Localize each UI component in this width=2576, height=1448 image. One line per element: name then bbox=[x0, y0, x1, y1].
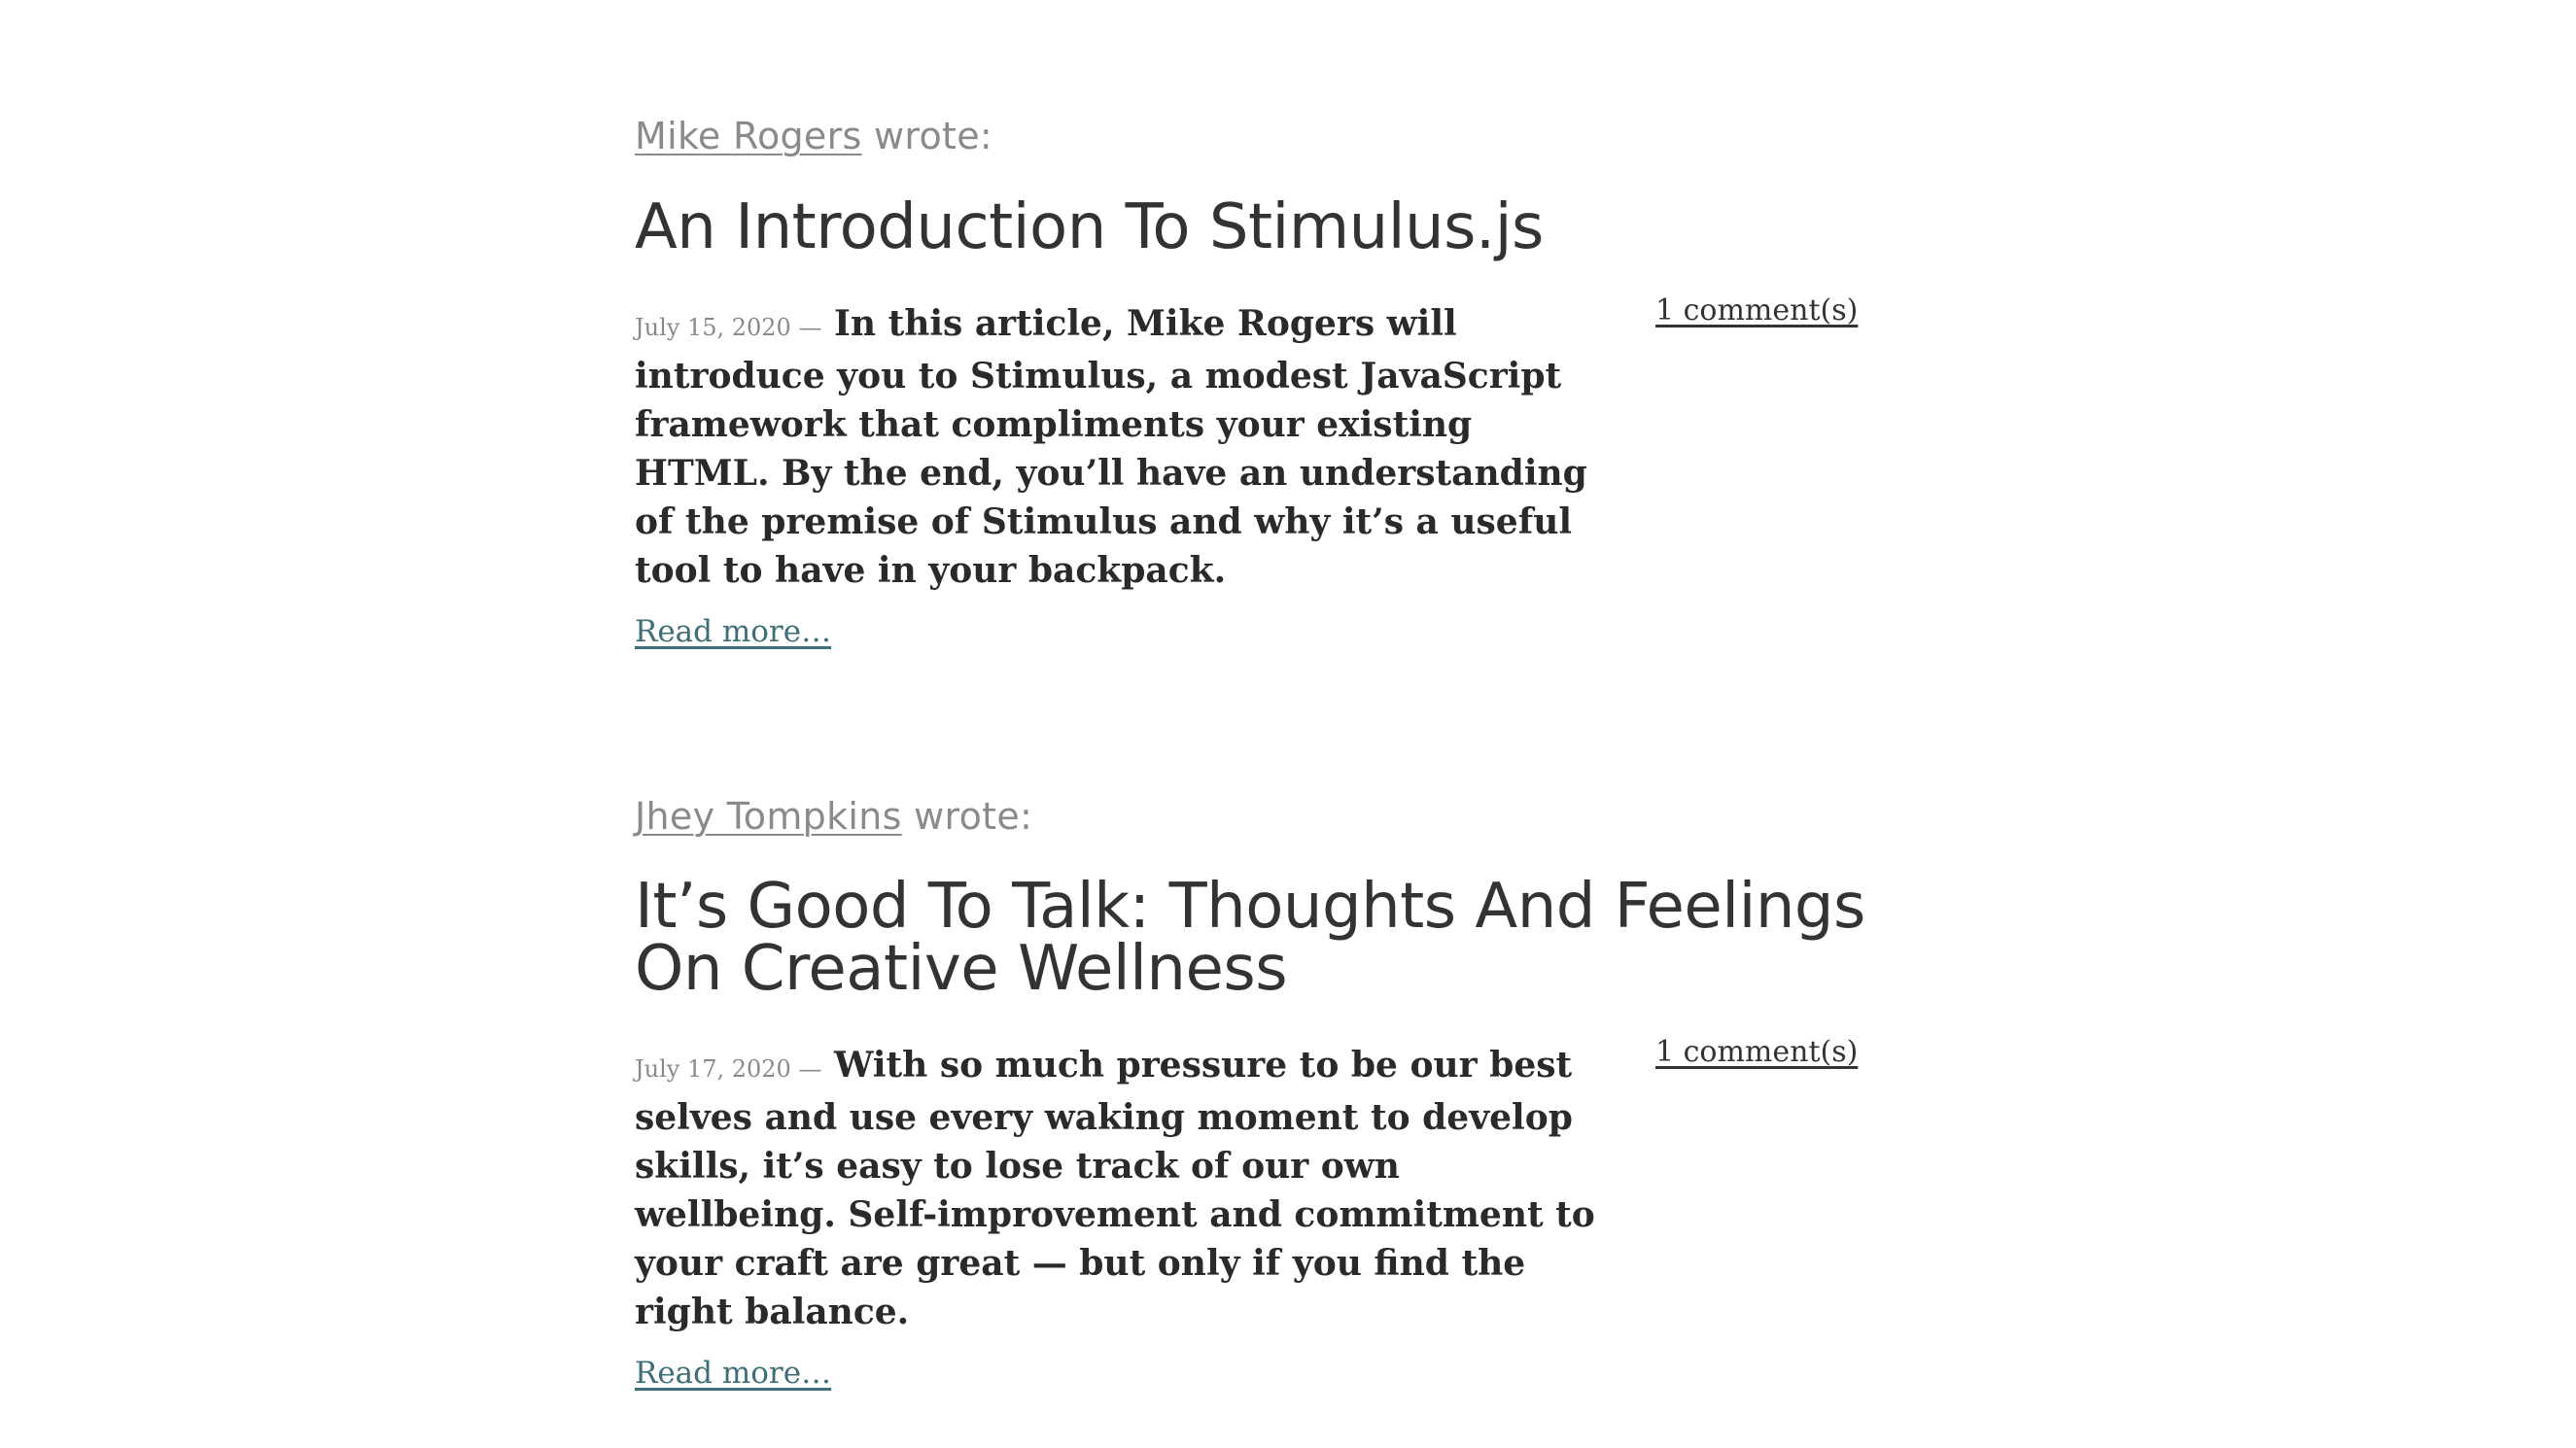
wrote-label: wrote: bbox=[874, 115, 993, 157]
date-text: July 15, 2020 bbox=[635, 313, 791, 341]
comments-link[interactable]: 1 comment(s) bbox=[1655, 1035, 1858, 1069]
article-byline: Jhey Tompkins wrote: bbox=[635, 795, 1889, 840]
author-link[interactable]: Mike Rogers bbox=[635, 115, 862, 157]
date-separator: — bbox=[798, 313, 822, 341]
article-body-row: July 17, 2020 — With so much pressure to… bbox=[635, 1035, 1889, 1336]
article-card: Jhey Tompkins wrote: It’s Good To Talk: … bbox=[635, 795, 1889, 1392]
article-byline: Mike Rogers wrote: bbox=[635, 115, 1889, 159]
article-title: It’s Good To Talk: Thoughts And Feelings… bbox=[635, 871, 1865, 1006]
date-text: July 17, 2020 bbox=[635, 1055, 791, 1084]
comments-link[interactable]: 1 comment(s) bbox=[1655, 293, 1858, 328]
read-more-link[interactable]: Read more… bbox=[635, 614, 831, 649]
author-link[interactable]: Jhey Tompkins bbox=[635, 795, 902, 838]
date-separator: — bbox=[798, 1055, 822, 1084]
article-date: July 17, 2020 — bbox=[635, 1055, 821, 1083]
article-title: An Introduction To Stimulus.js bbox=[635, 190, 1544, 263]
article-feed: Mike Rogers wrote: An Introduction To St… bbox=[635, 0, 1889, 1391]
wrote-label: wrote: bbox=[914, 794, 1033, 838]
article-card: Mike Rogers wrote: An Introduction To St… bbox=[635, 115, 1889, 649]
article-excerpt-block: July 17, 2020 — With so much pressure to… bbox=[635, 1041, 1607, 1336]
article-body-row: July 15, 2020 — In this article, Mike Ro… bbox=[635, 293, 1889, 595]
article-date: July 15, 2020 — bbox=[635, 314, 821, 341]
read-more-link[interactable]: Read more… bbox=[635, 1356, 831, 1391]
article-excerpt: In this article, Mike Rogers will introd… bbox=[635, 302, 1587, 591]
article-excerpt: With so much pressure to be our best sel… bbox=[635, 1045, 1595, 1333]
article-excerpt-block: July 15, 2020 — In this article, Mike Ro… bbox=[635, 299, 1607, 595]
